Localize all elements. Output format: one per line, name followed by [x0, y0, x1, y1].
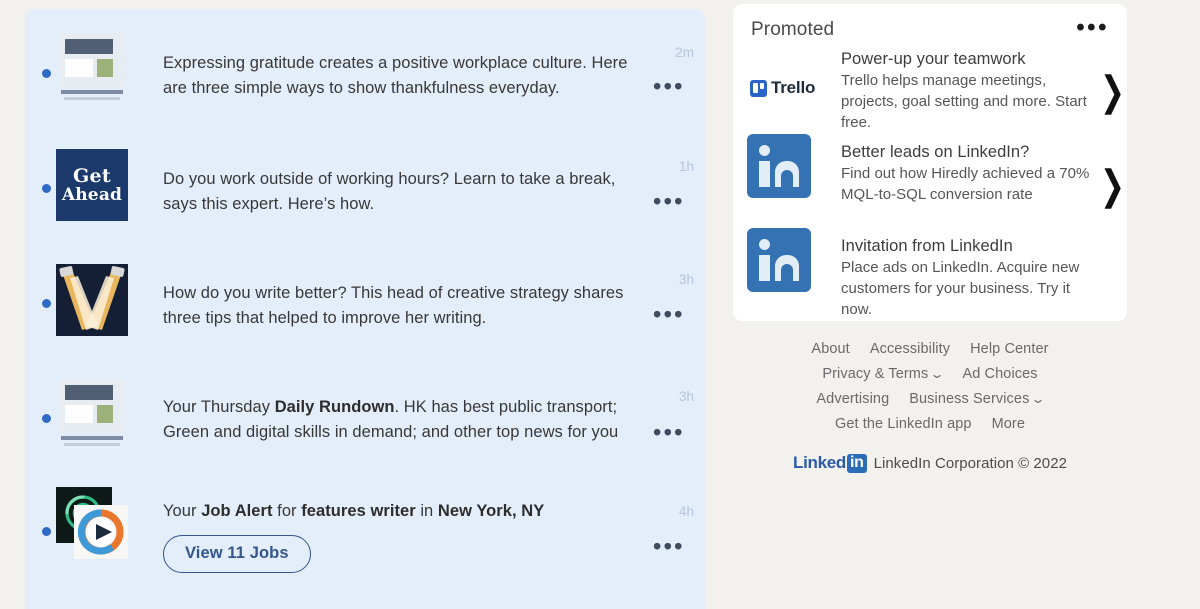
footer-link-row: Advertising Business Services⌄	[733, 391, 1127, 407]
wordmark-text: Linked	[793, 453, 846, 472]
feed-item-text[interactable]: Do you work outside of working hours? Le…	[163, 167, 653, 217]
newspaper-thumbnail-icon	[56, 377, 128, 449]
feed-item-body: Your Job Alert for features writer in Ne…	[163, 499, 653, 573]
unread-bullet-icon	[42, 184, 51, 193]
feed-item-text[interactable]: Your Job Alert for features writer in Ne…	[163, 499, 653, 524]
newspaper-thumbnail-icon	[56, 31, 128, 103]
footer-link-label: Get the LinkedIn app	[834, 416, 972, 432]
footer-link[interactable]: Ad Choices	[962, 366, 1037, 382]
feed-item-thumbnail[interactable]	[56, 31, 128, 103]
footer-link-label: Ad Choices	[962, 366, 1038, 382]
promoted-item-logo	[747, 228, 811, 292]
unread-bullet-icon	[42, 414, 51, 423]
footer-link[interactable]: About	[811, 341, 849, 357]
promoted-title: Promoted	[751, 19, 835, 40]
feed-item-text[interactable]: Your Thursday Daily Rundown. HK has best…	[163, 395, 653, 445]
footer-link[interactable]: Help Center	[970, 341, 1048, 357]
unread-bullet-icon	[42, 299, 51, 308]
promoted-item-chevron-right-icon[interactable]: ❯	[1100, 166, 1125, 208]
feed-item-body: Expressing gratitude creates a positive …	[163, 51, 653, 101]
feed-item-thumbnail[interactable]	[56, 377, 128, 449]
news-feed-panel: Expressing gratitude creates a positive …	[25, 9, 705, 609]
footer-link-label: Help Center	[970, 341, 1049, 357]
trello-logo-icon: Trello	[750, 78, 815, 98]
unread-bullet-icon	[42, 69, 51, 78]
promoted-item-subtitle: Find out how Hiredly achieved a 70% MQL-…	[841, 165, 1090, 203]
copyright-row: Linked in LinkedIn Corporation © 2022	[733, 453, 1127, 473]
feed-item-options-icon[interactable]: •••	[644, 535, 694, 558]
promoted-item-title[interactable]: Better leads on LinkedIn?	[841, 141, 1105, 163]
footer-link[interactable]: More	[992, 416, 1025, 432]
unread-bullet-icon	[42, 527, 51, 536]
feed-item-timestamp: 3h	[678, 272, 694, 287]
feed-item-thumbnail[interactable]	[56, 264, 128, 336]
linkedin-logo-icon	[747, 228, 811, 292]
view-jobs-button[interactable]: View 11 Jobs	[163, 535, 311, 573]
feed-item-body: How do you write better? This head of cr…	[163, 281, 653, 331]
footer-link-label: Advertising	[816, 391, 890, 407]
promoted-header: Promoted •••	[751, 16, 1109, 47]
linkedin-logo-icon	[747, 134, 811, 198]
promoted-item-logo	[747, 134, 811, 198]
trello-logo-word: Trello	[771, 78, 816, 97]
footer-link[interactable]: Advertising	[816, 391, 889, 407]
footer-link-label: About	[811, 341, 850, 357]
feed-item-body: Your Thursday Daily Rundown. HK has best…	[163, 395, 653, 445]
promoted-item-text: Better leads on LinkedIn? Find out how Hi…	[841, 141, 1105, 205]
footer-link-label: Business Services	[909, 391, 1030, 407]
promoted-item-text: Power-up your teamwork Trello helps manag…	[841, 48, 1105, 133]
feed-item-text[interactable]: How do you write better? This head of cr…	[163, 281, 653, 331]
promoted-card: Promoted ••• Trello Power-up your teamwor…	[733, 4, 1127, 321]
feed-item-timestamp: 3h	[678, 389, 694, 404]
feed-item-timestamp: 1h	[678, 159, 694, 174]
site-footer: About Accessibility Help Center Privacy & T…	[733, 341, 1127, 473]
footer-link-label: Privacy & Terms	[822, 366, 929, 382]
wordmark-badge: in	[847, 453, 867, 473]
feed-item-thumbnail[interactable]: Get Ahead	[56, 149, 128, 221]
chevron-down-icon: ⌄	[1030, 392, 1047, 406]
footer-link-row: About Accessibility Help Center	[733, 341, 1127, 357]
promoted-item-title[interactable]: Invitation from LinkedIn	[841, 235, 1105, 257]
feed-item-body: Do you work outside of working hours? Le…	[163, 167, 653, 217]
footer-link-row: Privacy & Terms⌄ Ad Choices	[733, 366, 1127, 382]
footer-link[interactable]: Get the LinkedIn app	[835, 416, 972, 432]
spotlight-thumbnail-icon	[56, 264, 128, 336]
job-video-thumbnail-icon	[56, 487, 128, 559]
get-ahead-thumbnail-icon: Get Ahead	[56, 149, 128, 221]
promoted-item-subtitle: Trello helps manage meetings, projects, …	[841, 72, 1087, 131]
linkedin-wordmark-icon: Linked in	[793, 453, 867, 473]
footer-link-label: Accessibility	[869, 341, 951, 357]
feed-item-options-icon[interactable]: •••	[644, 190, 694, 213]
footer-link[interactable]: Business Services⌄	[909, 391, 1047, 407]
feed-item-timestamp: 4h	[678, 504, 694, 519]
footer-link[interactable]: Privacy & Terms⌄	[822, 366, 946, 382]
feed-item-options-icon[interactable]: •••	[644, 421, 694, 444]
footer-link-label: More	[991, 416, 1026, 432]
footer-link[interactable]: Accessibility	[870, 341, 950, 357]
footer-link-row: Get the LinkedIn app More	[733, 416, 1127, 432]
feed-item-text[interactable]: Expressing gratitude creates a positive …	[163, 51, 653, 101]
promoted-options-icon[interactable]: •••	[1076, 16, 1109, 40]
promoted-item-title[interactable]: Power-up your teamwork	[841, 48, 1105, 70]
feed-item-timestamp: 2m	[675, 45, 694, 60]
promoted-item-text: Invitation from LinkedIn Place ads on Lin…	[841, 235, 1105, 320]
chevron-down-icon: ⌄	[929, 367, 946, 381]
feed-item-options-icon[interactable]: •••	[644, 75, 694, 98]
footer-links: About Accessibility Help Center Privacy & T…	[733, 341, 1127, 432]
promoted-item-chevron-right-icon[interactable]: ❯	[1100, 72, 1125, 114]
copyright-text: LinkedIn Corporation © 2022	[873, 454, 1067, 472]
feed-item-options-icon[interactable]: •••	[644, 303, 694, 326]
feed-item-thumbnail[interactable]	[56, 487, 128, 559]
promoted-item-subtitle: Place ads on LinkedIn. Acquire new custo…	[841, 259, 1080, 318]
